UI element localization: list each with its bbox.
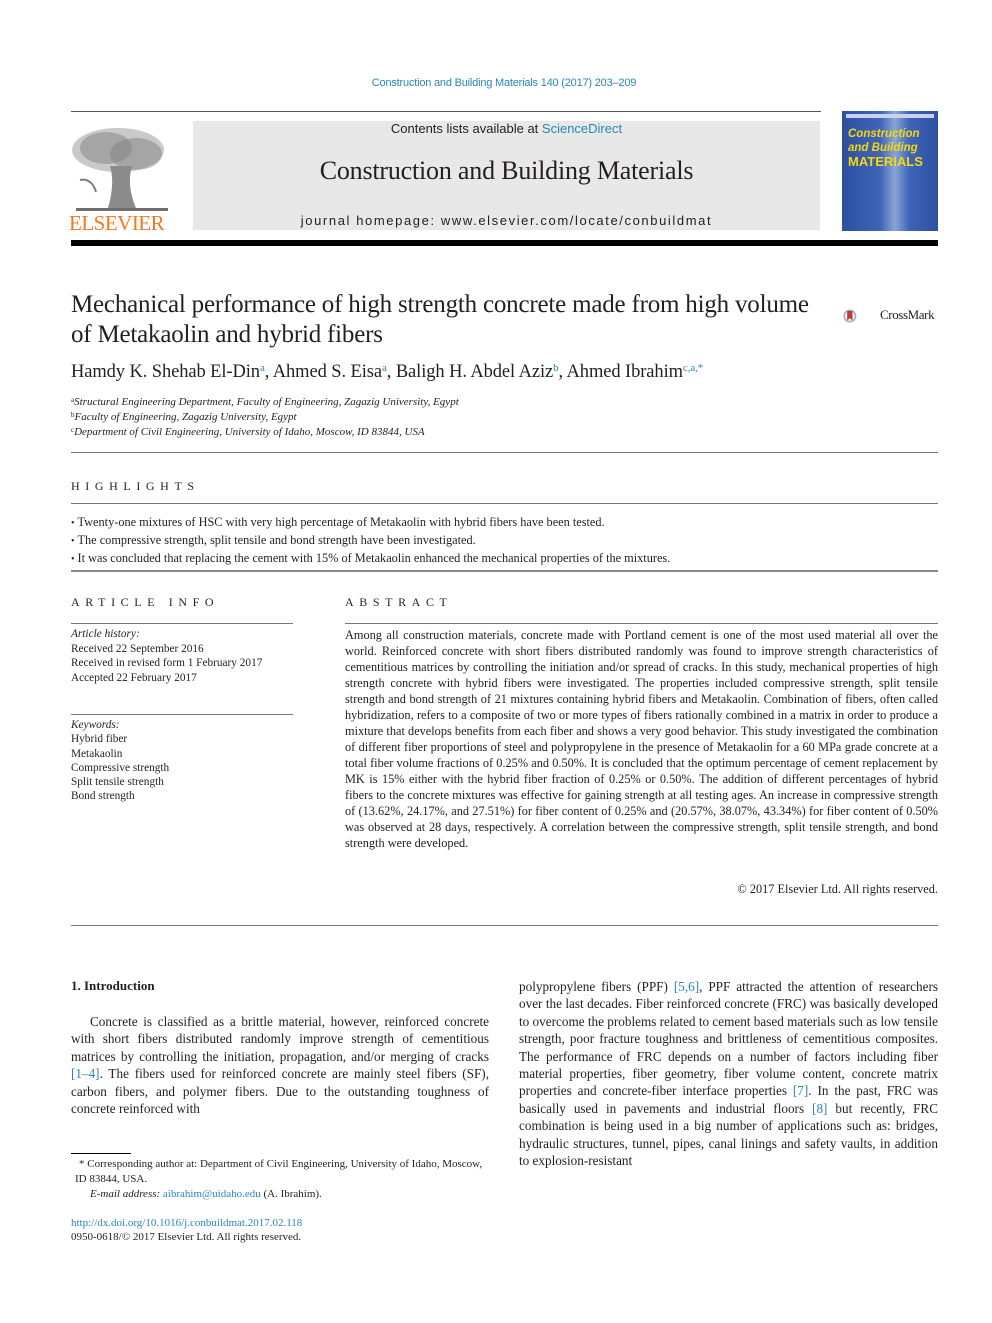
abstract-copyright: © 2017 Elsevier Ltd. All rights reserved… bbox=[737, 882, 938, 896]
divider bbox=[71, 503, 938, 504]
cover-title: Construction and Building MATERIALS bbox=[848, 127, 923, 169]
journal-cover-image[interactable]: Construction and Building MATERIALS bbox=[842, 111, 938, 231]
highlights-heading: HIGHLIGHTS bbox=[71, 479, 200, 493]
crossmark-icon[interactable] bbox=[843, 297, 881, 335]
article-title: Mechanical performance of high strength … bbox=[71, 291, 809, 348]
author[interactable]: Hamdy K. Shehab El-Dina bbox=[71, 362, 265, 382]
keyword: Metakaolin bbox=[71, 747, 123, 760]
citation-link[interactable]: [5,6] bbox=[674, 979, 699, 994]
sciencedirect-link[interactable]: ScienceDirect bbox=[542, 121, 622, 136]
citation-link[interactable]: [1–4] bbox=[71, 1066, 100, 1081]
history-title: Article history: bbox=[71, 628, 140, 640]
divider bbox=[345, 623, 938, 624]
keyword: Hybrid fiber bbox=[71, 733, 128, 746]
cover-title-line: Construction bbox=[848, 128, 920, 140]
divider bbox=[71, 570, 938, 572]
history-item: Accepted 22 February 2017 bbox=[71, 671, 197, 684]
affiliation: bFaculty of Engineering, Zagazig Univers… bbox=[71, 411, 297, 423]
author[interactable]: Baligh H. Abdel Azizb bbox=[396, 362, 559, 382]
contents-line: Contents lists available at ScienceDirec… bbox=[193, 121, 820, 136]
article-info-heading: ARTICLE INFO bbox=[71, 595, 220, 609]
cover-title-line: and Building bbox=[848, 142, 918, 154]
keyword: Split tensile strength bbox=[71, 776, 164, 789]
elsevier-wordmark: ELSEVIER bbox=[69, 211, 165, 235]
divider bbox=[71, 925, 938, 926]
email-line: E-mail address: aibrahim@uidaho.edu (A. … bbox=[90, 1188, 322, 1200]
journal-reference-link[interactable]: Construction and Building Materials 140 … bbox=[0, 77, 992, 89]
citation-link[interactable]: [7] bbox=[793, 1083, 808, 1098]
header-rule bbox=[71, 111, 821, 112]
affiliations: aStructural Engineering Department, Facu… bbox=[71, 395, 459, 440]
affiliation: aStructural Engineering Department, Facu… bbox=[71, 396, 459, 408]
corresponding-author-note: * Corresponding author at: Department of… bbox=[75, 1158, 483, 1185]
history-item: Received 22 September 2016 bbox=[71, 642, 204, 655]
highlight-item: The compressive strength, split tensile … bbox=[71, 532, 938, 550]
keywords-title: Keywords: bbox=[71, 719, 120, 731]
abstract-body: Among all construction materials, concre… bbox=[345, 628, 938, 850]
body-column-left: Concrete is classified as a brittle mate… bbox=[71, 1014, 489, 1117]
keywords: Keywords: Hybrid fiber Metakaolin Compre… bbox=[71, 718, 301, 804]
keyword: Bond strength bbox=[71, 790, 135, 803]
contents-prefix: Contents lists available at bbox=[390, 121, 542, 136]
header-thick-rule bbox=[71, 240, 938, 246]
history-item: Received in revised form 1 February 2017 bbox=[71, 657, 263, 669]
divider bbox=[71, 452, 938, 453]
highlights-list: Twenty-one mixtures of HSC with very hig… bbox=[71, 514, 938, 568]
introduction-heading: 1. Introduction bbox=[71, 978, 155, 993]
cover-title-line: MATERIALS bbox=[848, 154, 923, 169]
highlight-item: It was concluded that replacing the ceme… bbox=[71, 550, 938, 568]
citation-link[interactable]: [8] bbox=[812, 1101, 827, 1116]
author[interactable]: Ahmed Ibrahimc,a,* bbox=[567, 362, 704, 382]
body-column-right: polypropylene fibers (PPF) [5,6], PPF at… bbox=[519, 979, 939, 1169]
doi-link[interactable]: http://dx.doi.org/10.1016/j.conbuildmat.… bbox=[71, 1216, 302, 1231]
divider bbox=[71, 623, 293, 624]
article-history: Article history: Received 22 September 2… bbox=[71, 627, 301, 685]
author-list: Hamdy K. Shehab El-Dina, Ahmed S. Eisaa,… bbox=[71, 362, 704, 382]
highlight-item: Twenty-one mixtures of HSC with very hig… bbox=[71, 514, 938, 532]
journal-title: Construction and Building Materials bbox=[319, 156, 694, 185]
keyword: Compressive strength bbox=[71, 761, 170, 774]
email-link[interactable]: aibrahim@uidaho.edu bbox=[163, 1188, 261, 1200]
divider bbox=[71, 714, 293, 715]
journal-homepage[interactable]: journal homepage: www.elsevier.com/locat… bbox=[193, 213, 820, 228]
abstract-heading: ABSTRACT bbox=[345, 595, 453, 609]
affiliation: cDepartment of Civil Engineering, Univer… bbox=[71, 426, 425, 438]
footnote: * Corresponding author at: Department of… bbox=[71, 1157, 491, 1202]
cover-top-bar bbox=[846, 114, 934, 118]
issn-copyright: 0950-0618/© 2017 Elsevier Ltd. All right… bbox=[71, 1231, 302, 1243]
crossmark-label[interactable]: CrossMark bbox=[880, 307, 935, 323]
author[interactable]: Ahmed S. Eisaa bbox=[273, 362, 387, 382]
footnote-rule bbox=[71, 1153, 131, 1154]
